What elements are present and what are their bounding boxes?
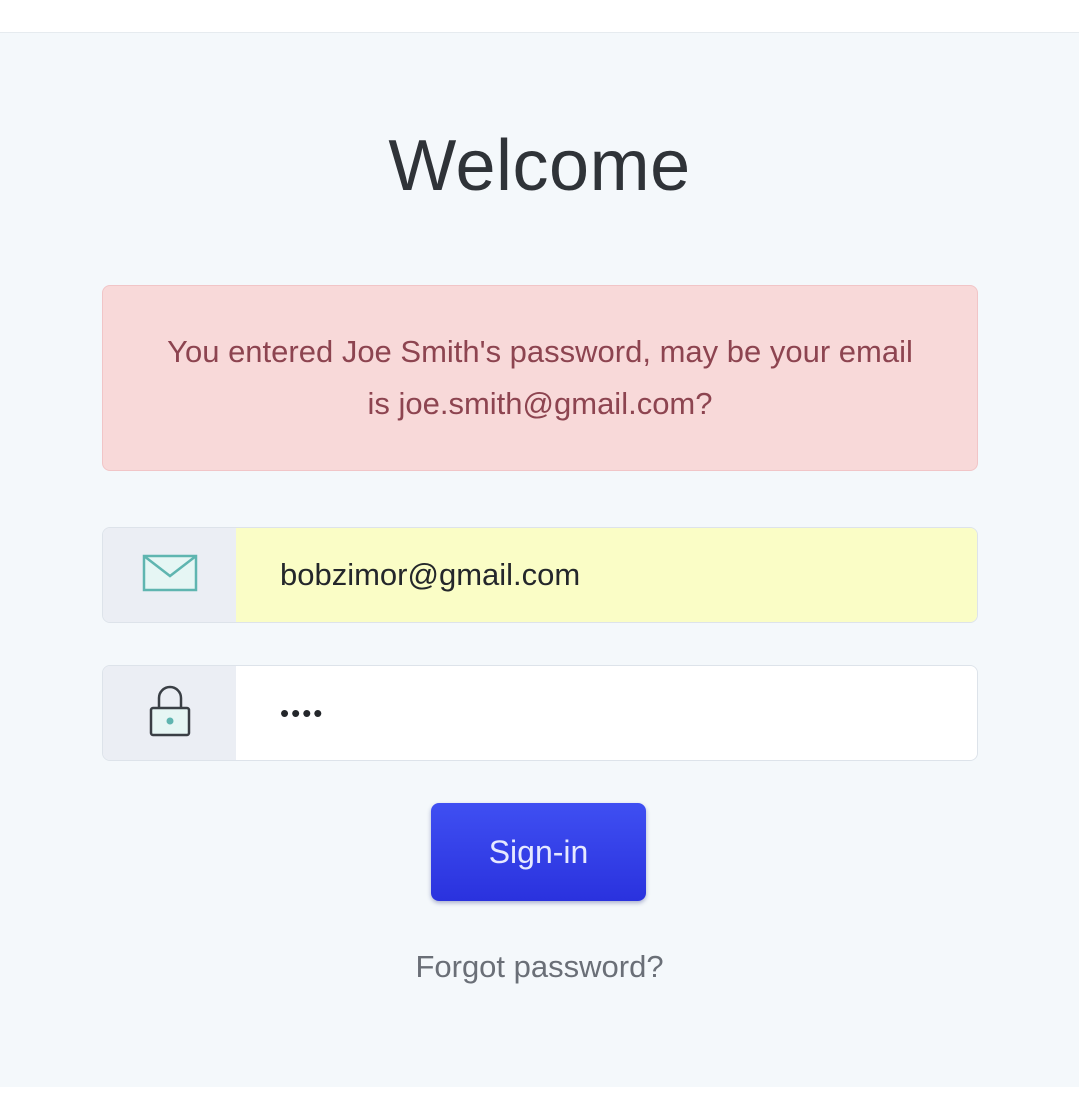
- alert-message: You entered Joe Smith's password, may be…: [167, 334, 913, 421]
- sign-in-button[interactable]: Sign-in: [431, 803, 646, 901]
- email-addon: [103, 528, 236, 622]
- error-alert: You entered Joe Smith's password, may be…: [102, 285, 978, 471]
- envelope-icon: [142, 554, 198, 597]
- password-input[interactable]: [236, 666, 977, 760]
- email-input-group: [102, 527, 978, 623]
- lock-icon: [148, 684, 192, 743]
- login-page: Welcome You entered Joe Smith's password…: [0, 0, 1079, 1100]
- password-input-group: [102, 665, 978, 761]
- email-input[interactable]: [236, 528, 977, 622]
- page-title: Welcome: [388, 126, 691, 206]
- password-addon: [103, 666, 236, 760]
- forgot-password-link[interactable]: Forgot password?: [0, 949, 1079, 985]
- login-panel: Welcome You entered Joe Smith's password…: [0, 32, 1079, 1087]
